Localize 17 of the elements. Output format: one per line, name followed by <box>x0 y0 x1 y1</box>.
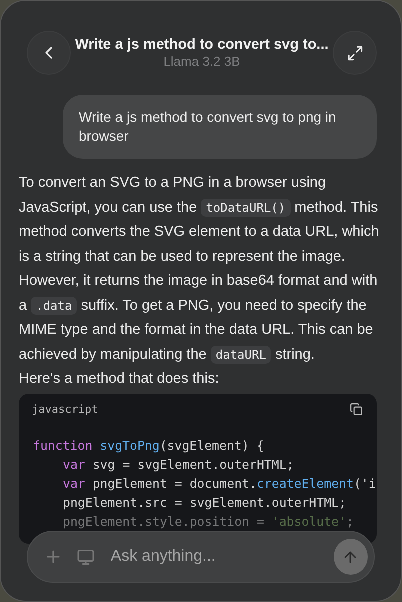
code-line: var pngElement = document.createElement('i <box>62 474 377 492</box>
code-line: var svg = svgElement.outerHTML; <box>62 456 296 474</box>
copy-icon[interactable] <box>350 402 363 416</box>
expand-icon <box>346 44 364 62</box>
code-line: function svgToPng(svgElement) { <box>33 436 266 454</box>
user-message: Write a js method to convert svg to png in browser <box>63 95 377 159</box>
expand-button[interactable] <box>333 31 377 75</box>
model-name: Llama 3.2 3B <box>164 54 240 69</box>
monitor-icon[interactable] <box>76 548 95 566</box>
answer-paragraph: To convert an SVG to a PNG in a browser using JavaScript, you can use the toDataURL() method. This method converts the SVG element to a data URL, which is a string that can be used to represent the image. However, it returns the image in base64 format and with a .data suffix. To get a PNG, you need to specify the MIME type and the format in the data URL. This can be achieved by manipulating the dataURL string. <box>19 174 380 366</box>
code-line: pngElement.src = svgElement.outerHTML; <box>62 494 348 512</box>
code-language: javascript <box>32 402 98 416</box>
chat-title: Write a js method to convert svg to... <box>75 37 329 53</box>
send-button[interactable] <box>334 539 368 575</box>
message-input[interactable]: Ask anything... <box>108 547 320 567</box>
answer-paragraph: Here's a method that does this: <box>19 370 220 389</box>
code-line: pngElement.style.position = 'absolute'; <box>62 512 355 530</box>
